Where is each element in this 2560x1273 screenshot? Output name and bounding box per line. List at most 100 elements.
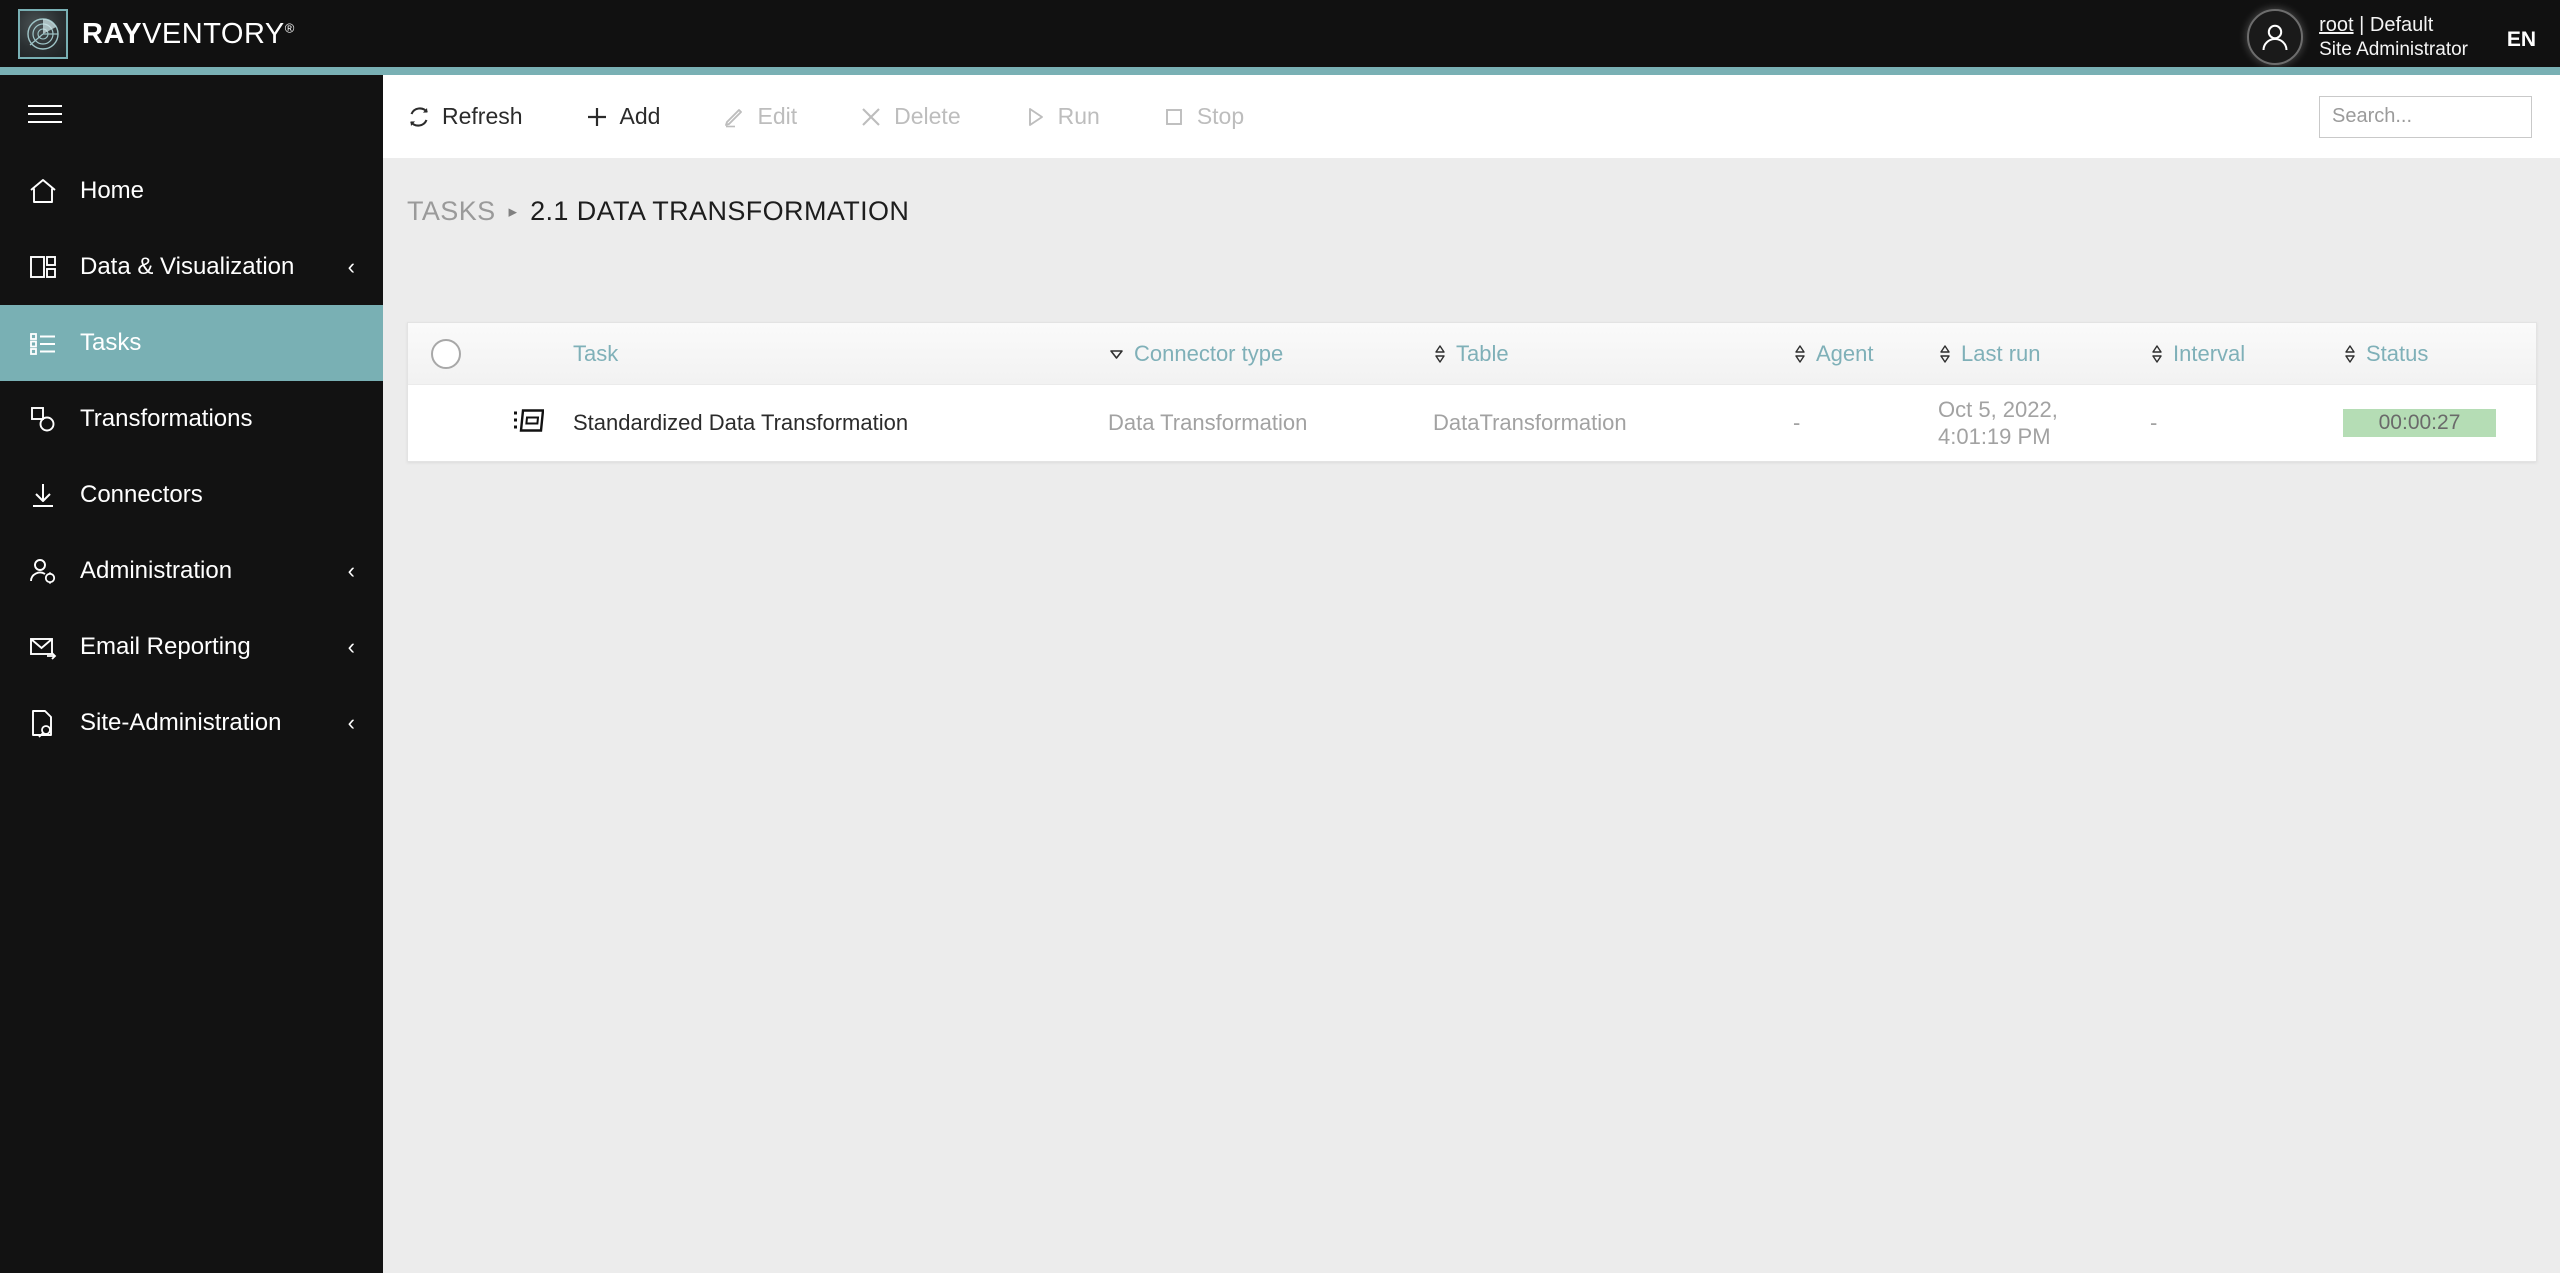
refresh-icon <box>407 105 431 129</box>
transform-icon <box>28 404 70 434</box>
chevron-left-icon[interactable]: ‹ <box>348 636 355 658</box>
language-switcher[interactable]: EN <box>2507 28 2536 52</box>
status-badge: 00:00:27 <box>2343 409 2496 437</box>
cell-status: 00:00:27 <box>2343 385 2496 461</box>
sidebar-item-label: Site-Administration <box>80 709 282 736</box>
user-separator: | <box>2353 13 2370 36</box>
user-gear-icon <box>28 556 70 586</box>
user-role: Site Administrator <box>2319 38 2468 60</box>
column-label: Interval <box>2173 341 2246 366</box>
column-header-last-run[interactable]: Last run <box>1938 323 2041 385</box>
delete-button[interactable]: Delete <box>859 103 961 130</box>
column-label: Table <box>1456 341 1509 366</box>
mail-send-icon <box>28 632 70 662</box>
column-header-status[interactable]: Status <box>2343 323 2428 385</box>
brand-ray: RAY <box>82 17 143 50</box>
refresh-button[interactable]: Refresh <box>407 103 523 130</box>
sidebar-navigation: Home Data & Visualization ‹ Tasks Transf… <box>0 75 383 1273</box>
sidebar-item-label: Data & Visualization <box>80 253 295 280</box>
sort-icon[interactable] <box>1938 343 1952 365</box>
select-all-toggle[interactable] <box>431 338 461 369</box>
refresh-label: Refresh <box>442 103 523 129</box>
column-header-task[interactable]: Task <box>573 323 618 385</box>
sidebar-item-label: Administration <box>80 557 233 584</box>
sidebar-item-label: Email Reporting <box>80 633 251 660</box>
user-name-link[interactable]: root <box>2319 14 2353 36</box>
sidebar-item-label: Tasks <box>80 329 142 356</box>
home-icon <box>28 176 70 206</box>
edit-button[interactable]: Edit <box>722 103 797 130</box>
sidebar-item-email-reporting[interactable]: Email Reporting ‹ <box>0 609 383 685</box>
search-box[interactable] <box>2319 95 2560 138</box>
user-account-area[interactable]: root | Default Site Administrator <box>2247 9 2468 65</box>
sidebar-item-data-visualization[interactable]: Data & Visualization ‹ <box>0 229 383 305</box>
add-button[interactable]: Add <box>585 103 661 130</box>
plus-icon <box>585 105 609 129</box>
brand-ventory: VENTORY <box>142 17 285 50</box>
list-icon <box>28 328 70 358</box>
breadcrumb-root-link[interactable]: TASKS <box>407 196 496 227</box>
hamburger-icon <box>28 99 62 129</box>
table-row[interactable]: Standardized Data Transformation Data Tr… <box>408 385 2536 461</box>
stop-label: Stop <box>1196 103 1245 129</box>
sort-icon[interactable] <box>1793 343 1807 365</box>
app-logo[interactable]: RAYVENTORY® <box>18 9 295 59</box>
sidebar-item-connectors[interactable]: Connectors <box>0 457 383 533</box>
run-label: Run <box>1057 103 1100 129</box>
edit-label: Edit <box>757 103 798 129</box>
close-x-icon <box>859 105 883 129</box>
column-label: Task <box>573 341 619 366</box>
chevron-left-icon[interactable]: ‹ <box>348 712 355 734</box>
table-header-row: Task Connector type Table Agent Last run… <box>408 323 2536 385</box>
chevron-left-icon[interactable]: ‹ <box>348 256 355 278</box>
cell-connector-type: Data Transformation <box>1108 410 1308 435</box>
sidebar-item-administration[interactable]: Administration ‹ <box>0 533 383 609</box>
cell-agent: - <box>1793 410 1801 435</box>
column-label: Connector type <box>1134 341 1284 366</box>
sidebar-item-transformations[interactable]: Transformations <box>0 381 383 457</box>
page-key-icon <box>28 708 70 738</box>
sidebar-item-label: Transformations <box>80 405 253 432</box>
run-button[interactable]: Run <box>1023 103 1100 130</box>
radar-icon <box>18 9 68 59</box>
add-label: Add <box>619 103 661 129</box>
column-label: Last run <box>1961 341 2041 366</box>
column-header-table[interactable]: Table <box>1433 323 1509 385</box>
user-info: root | Default Site Administrator <box>2319 12 2468 63</box>
sort-icon[interactable] <box>2150 343 2164 365</box>
download-icon <box>28 480 70 510</box>
column-label: Status <box>2366 341 2429 366</box>
user-avatar-icon <box>2247 9 2304 65</box>
tasks-table-card: Task Connector type Table Agent Last run… <box>407 322 2537 462</box>
sidebar-item-site-administration[interactable]: Site-Administration ‹ <box>0 685 383 761</box>
main-content-area: Refresh Add Edit Delete Run Stop Search.… <box>383 75 2560 1273</box>
sort-descending-icon[interactable] <box>1108 346 1125 363</box>
sidebar-item-home[interactable]: Home <box>0 153 383 229</box>
stop-button[interactable]: Stop <box>1162 103 1244 130</box>
task-card-icon <box>514 408 545 439</box>
chevron-left-icon[interactable]: ‹ <box>348 560 355 582</box>
search-input[interactable] <box>2320 96 2560 137</box>
sidebar-item-tasks[interactable]: Tasks <box>0 305 383 381</box>
stop-square-icon <box>1162 105 1186 129</box>
breadcrumb-separator-icon: ▸ <box>508 201 518 221</box>
brand-wordmark: RAYVENTORY® <box>82 17 295 50</box>
user-tenant: Default <box>2369 13 2434 36</box>
column-header-interval[interactable]: Interval <box>2150 323 2245 385</box>
sidebar-toggle-button[interactable] <box>0 75 383 153</box>
column-header-agent[interactable]: Agent <box>1793 323 1874 385</box>
top-header-bar: RAYVENTORY® root | Default Site Administ… <box>0 0 2560 76</box>
sort-icon[interactable] <box>1433 343 1447 365</box>
column-header-connector-type[interactable]: Connector type <box>1108 323 1283 385</box>
cell-task: Standardized Data Transformation <box>573 410 909 435</box>
user-identity-line: root | Default <box>2319 12 2468 38</box>
column-label: Agent <box>1816 341 1874 366</box>
brand-registered-mark: ® <box>284 19 295 35</box>
delete-label: Delete <box>894 103 961 129</box>
play-icon <box>1023 105 1047 129</box>
page-title: 2.1 DATA TRANSFORMATION <box>530 196 910 226</box>
breadcrumb: TASKS ▸ 2.1 DATA TRANSFORMATION <box>407 196 2560 227</box>
sort-icon[interactable] <box>2343 343 2357 365</box>
dashboard-icon <box>28 252 70 282</box>
sidebar-item-label: Connectors <box>80 481 203 508</box>
